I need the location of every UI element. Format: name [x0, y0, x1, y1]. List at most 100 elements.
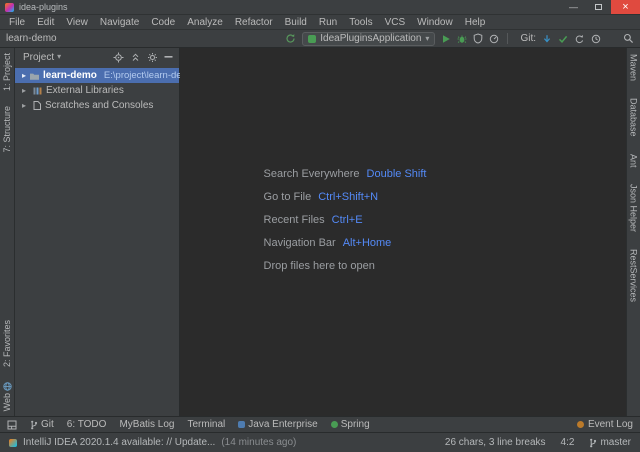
- hint-label: Navigation Bar: [263, 237, 336, 249]
- run-config-label: IdeaPluginsApplication: [320, 33, 422, 44]
- tool-button-terminal-label: Terminal: [187, 419, 226, 430]
- project-panel-header: Project ▾: [15, 48, 179, 66]
- minimize-bar-icon: [164, 56, 173, 58]
- sync-button[interactable]: [285, 32, 296, 46]
- run-config-select[interactable]: IdeaPluginsApplication ▾: [302, 31, 436, 46]
- menu-refactor[interactable]: Refactor: [229, 17, 279, 28]
- tool-button-structure[interactable]: 7: Structure: [2, 106, 12, 153]
- coverage-button[interactable]: [473, 32, 483, 46]
- tree-item-name: learn-demo: [43, 70, 97, 81]
- empty-editor-hints: Search Everywhere Double Shift Go to Fil…: [264, 168, 427, 272]
- minimize-button[interactable]: —: [561, 0, 586, 14]
- hint-label: Search Everywhere: [263, 168, 360, 180]
- status-timestamp: (14 minutes ago): [221, 437, 297, 448]
- tool-button-web-label: Web: [2, 392, 12, 411]
- tree-item-name: Scratches and Consoles: [45, 100, 154, 111]
- caret-position[interactable]: 4:2: [561, 437, 575, 448]
- tool-button-favorites[interactable]: 2: Favorites: [2, 320, 12, 367]
- editor-area[interactable]: Search Everywhere Double Shift Go to Fil…: [180, 48, 626, 416]
- tool-button-todo[interactable]: 6: TODO: [67, 419, 107, 430]
- git-branch-name: master: [600, 437, 631, 448]
- expand-arrow-icon[interactable]: ▸: [22, 101, 29, 110]
- run-button[interactable]: [441, 32, 451, 46]
- git-branch-widget[interactable]: master: [589, 437, 631, 448]
- tool-button-maven[interactable]: Maven: [629, 54, 639, 81]
- left-tool-strip: 1: Project 7: Structure 2: Favorites Web: [0, 48, 15, 416]
- tool-button-ant[interactable]: Ant: [629, 154, 639, 168]
- toolbar: learn-demo IdeaPluginsApplication ▾ Git:: [0, 30, 640, 48]
- status-bar: IntelliJ IDEA 2020.1.4 available: // Upd…: [0, 432, 640, 452]
- tool-button-structure-label: 7: Structure: [2, 106, 12, 153]
- history-button[interactable]: [591, 32, 601, 46]
- menu-help[interactable]: Help: [459, 17, 492, 28]
- expand-arrow-icon[interactable]: ▸: [22, 71, 26, 80]
- menu-run[interactable]: Run: [313, 17, 343, 28]
- hint-shortcut: Alt+Home: [342, 237, 392, 249]
- tool-button-todo-label: 6: TODO: [66, 419, 107, 430]
- scratches-icon: [32, 100, 42, 111]
- expand-arrow-icon[interactable]: ▸: [22, 86, 29, 95]
- settings-button[interactable]: [147, 52, 158, 63]
- tool-button-git[interactable]: Git: [30, 419, 54, 430]
- project-panel-title[interactable]: Project: [23, 52, 54, 63]
- event-log-button[interactable]: Event Log: [576, 419, 633, 430]
- commit-button[interactable]: [558, 32, 568, 46]
- menu-view[interactable]: View: [60, 17, 94, 28]
- window-controls: — ×: [561, 0, 640, 14]
- menu-analyze[interactable]: Analyze: [181, 17, 229, 28]
- close-button[interactable]: ×: [611, 0, 640, 14]
- search-everywhere-button[interactable]: [623, 32, 634, 46]
- menu-build[interactable]: Build: [279, 17, 313, 28]
- tool-button-java-enterprise[interactable]: Java Enterprise: [238, 419, 318, 430]
- tree-row-scratches[interactable]: ▸ Scratches and Consoles: [15, 98, 179, 113]
- git-label: Git:: [520, 33, 536, 44]
- window-title: idea-plugins: [19, 2, 68, 12]
- tool-window-switcher-button[interactable]: [7, 420, 17, 430]
- grid-icon: [7, 420, 17, 429]
- toolbar-actions: IdeaPluginsApplication ▾ Git:: [285, 31, 634, 46]
- tool-button-project[interactable]: 1: Project: [2, 53, 12, 91]
- tool-button-web[interactable]: Web: [2, 381, 12, 411]
- menu-vcs[interactable]: VCS: [379, 17, 412, 28]
- tool-button-spring[interactable]: Spring: [330, 419, 370, 430]
- update-project-button[interactable]: [542, 32, 552, 46]
- chevron-down-icon[interactable]: ▾: [57, 53, 61, 61]
- hint-recent-files: Recent Files Ctrl+E: [264, 214, 427, 226]
- menu-edit[interactable]: Edit: [31, 17, 60, 28]
- tool-button-spring-label: Spring: [340, 419, 370, 430]
- hint-shortcut: Ctrl+Shift+N: [318, 191, 379, 203]
- menu-navigate[interactable]: Navigate: [94, 17, 145, 28]
- gear-icon: [148, 52, 157, 62]
- gauge-icon: [490, 34, 499, 43]
- locate-button[interactable]: [113, 52, 124, 63]
- status-message[interactable]: IntelliJ IDEA 2020.1.4 available: // Upd…: [23, 437, 215, 448]
- menu-file[interactable]: File: [3, 17, 31, 28]
- tool-button-json-helper[interactable]: Json Helper: [629, 184, 639, 232]
- update-notification-icon[interactable]: [9, 438, 17, 447]
- collapse-all-button[interactable]: [130, 52, 141, 63]
- java-enterprise-icon: [238, 421, 246, 428]
- hint-label: Drop files here to open: [263, 260, 375, 272]
- rollback-button[interactable]: [574, 32, 585, 46]
- hide-panel-button[interactable]: [164, 55, 173, 59]
- menu-code[interactable]: Code: [145, 17, 181, 28]
- maximize-button[interactable]: [586, 0, 611, 14]
- target-icon: [113, 52, 124, 62]
- tool-button-terminal[interactable]: Terminal: [187, 419, 225, 430]
- git-branch-icon: [31, 420, 38, 429]
- chevron-down-icon: ▾: [425, 33, 430, 43]
- tool-button-mybatis-log[interactable]: MyBatis Log: [119, 419, 174, 430]
- hint-label: Go to File: [263, 191, 312, 203]
- menu-window[interactable]: Window: [411, 17, 459, 28]
- menu-tools[interactable]: Tools: [343, 17, 378, 28]
- hint-search-everywhere: Search Everywhere Double Shift: [264, 168, 427, 180]
- profiler-button[interactable]: [489, 32, 499, 46]
- breadcrumb[interactable]: learn-demo: [6, 33, 57, 44]
- tool-button-database[interactable]: Database: [629, 98, 639, 137]
- tool-button-restservices[interactable]: RestServices: [629, 249, 639, 302]
- tree-row-learn-demo[interactable]: ▸ learn-demo E:\project\learn-demo: [15, 68, 195, 83]
- rollback-icon: [575, 34, 584, 43]
- ide-window: idea-plugins — × File Edit View Navigate…: [0, 0, 640, 452]
- tree-row-external-libraries[interactable]: ▸ External Libraries: [15, 83, 179, 98]
- debug-button[interactable]: [457, 32, 467, 46]
